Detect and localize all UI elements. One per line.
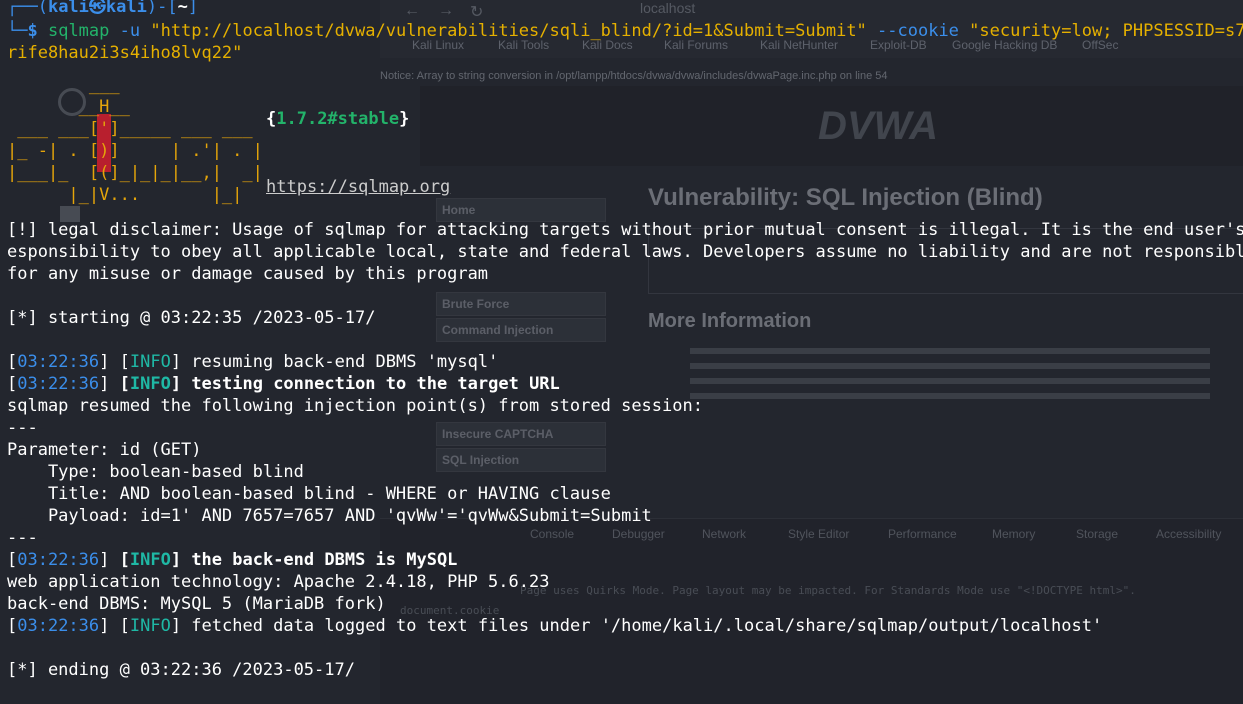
disclaimer-line: esponsibility to obey all applicable loc… [7, 242, 1243, 262]
disclaimer-line: for any misuse or damage caused by this … [7, 264, 489, 284]
command-line[interactable]: └─$ sqlmap -u "http://localhost/dvwa/vul… [7, 20, 1243, 42]
prompt-host: kali [105, 0, 147, 17]
command-line-wrap: rife8hau2i3s4iho8lvq22" [7, 43, 243, 63]
webtech-line: web application technology: Apache 2.4.1… [7, 572, 550, 592]
command-cookie-arg: "security=low; PHPSESSID=s7ki [969, 21, 1243, 41]
backend-line: back-end DBMS: MySQL 5 (MariaDB fork) [7, 594, 386, 614]
separator: --- [7, 418, 38, 438]
separator: --- [7, 528, 38, 548]
command-url-arg: "http://localhost/dvwa/vulnerabilities/s… [150, 21, 867, 41]
resumed-line: sqlmap resumed the following injection p… [7, 396, 703, 416]
parameter-line: Parameter: id (GET) [7, 440, 202, 460]
prompt-user: kali [47, 0, 89, 17]
command-name: sqlmap [47, 21, 110, 41]
type-line: Type: boolean-based blind [7, 462, 304, 482]
disclaimer-line: [!] legal disclaimer: Usage of sqlmap fo… [7, 220, 1243, 240]
log-line: [03:22:36] [INFO] testing connection to … [7, 374, 560, 394]
sqlmap-url-link[interactable]: https://sqlmap.org [266, 176, 450, 198]
payload-line: Payload: id=1' AND 7657=7657 AND 'qvWw'=… [7, 506, 652, 526]
log-line: [03:22:36] [INFO] fetched data logged to… [7, 616, 1103, 636]
log-line: [03:22:36] [INFO] resuming back-end DBMS… [7, 352, 499, 372]
prompt-dir: ~ [177, 0, 188, 17]
title-line: Title: AND boolean-based blind - WHERE o… [7, 484, 611, 504]
terminal-window[interactable]: ┌──(kali㉿kali)-[~] └─$ sqlmap -u "http:/… [0, 0, 1243, 704]
starting-line: [*] starting @ 03:22:35 /2023-05-17/ [7, 308, 376, 328]
log-line: [03:22:36] [INFO] the back-end DBMS is M… [7, 550, 458, 570]
sqlmap-version: {1.7.2#stable} [266, 109, 410, 129]
ending-line: [*] ending @ 03:22:36 /2023-05-17/ [7, 660, 355, 680]
prompt-line: ┌──(kali㉿kali)-[~] [7, 0, 198, 18]
